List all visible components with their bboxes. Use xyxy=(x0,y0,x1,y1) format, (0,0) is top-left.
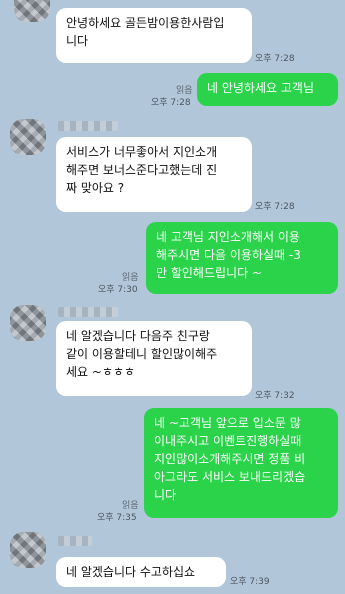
message-time: 오후 7:28 xyxy=(151,98,191,108)
message-time: 오후 7:28 xyxy=(255,202,295,212)
message-time: 오후 7:30 xyxy=(98,285,138,295)
message-bubble-outgoing[interactable]: 네 고객님 지인소개해서 이용 해주시면 다음 이용하실때 -3 만 할인해드립… xyxy=(146,222,338,294)
sender-name xyxy=(58,536,92,546)
message-time: 오후 7:39 xyxy=(230,577,270,587)
message-time: 오후 7:28 xyxy=(255,54,295,64)
message-time: 오후 7:32 xyxy=(255,391,295,401)
message-bubble-outgoing[interactable]: 네 ~고객님 앞으로 입소문 많 이내주시고 이벤트진행하실때 지인많이소개해주… xyxy=(144,408,338,518)
sender-avatar[interactable] xyxy=(14,0,50,22)
sender-name xyxy=(58,121,118,131)
sender-name xyxy=(58,307,118,317)
message-bubble-incoming[interactable]: 네 알겠습니다 다음주 친구랑 같이 이용할테니 할인많이해주 세요 ~ㅎㅎㅎ xyxy=(56,321,252,396)
message-bubble-incoming[interactable]: 안녕하세요 골든밤이용한사람입 니다 xyxy=(56,8,252,63)
message-bubble-incoming[interactable]: 네 알겠습니다 수고하십쇼 xyxy=(56,557,226,587)
sender-avatar[interactable] xyxy=(10,532,46,568)
message-bubble-incoming[interactable]: 서비스가 너무좋아서 지인소개 해주면 보너스준다고했는데 진 짜 맞아요 ? xyxy=(56,137,252,212)
sender-avatar[interactable] xyxy=(10,305,46,341)
message-bubble-outgoing[interactable]: 네 안녕하세요 고객님 xyxy=(197,73,338,106)
message-time: 오후 7:35 xyxy=(97,513,137,523)
sender-avatar[interactable] xyxy=(10,119,46,155)
